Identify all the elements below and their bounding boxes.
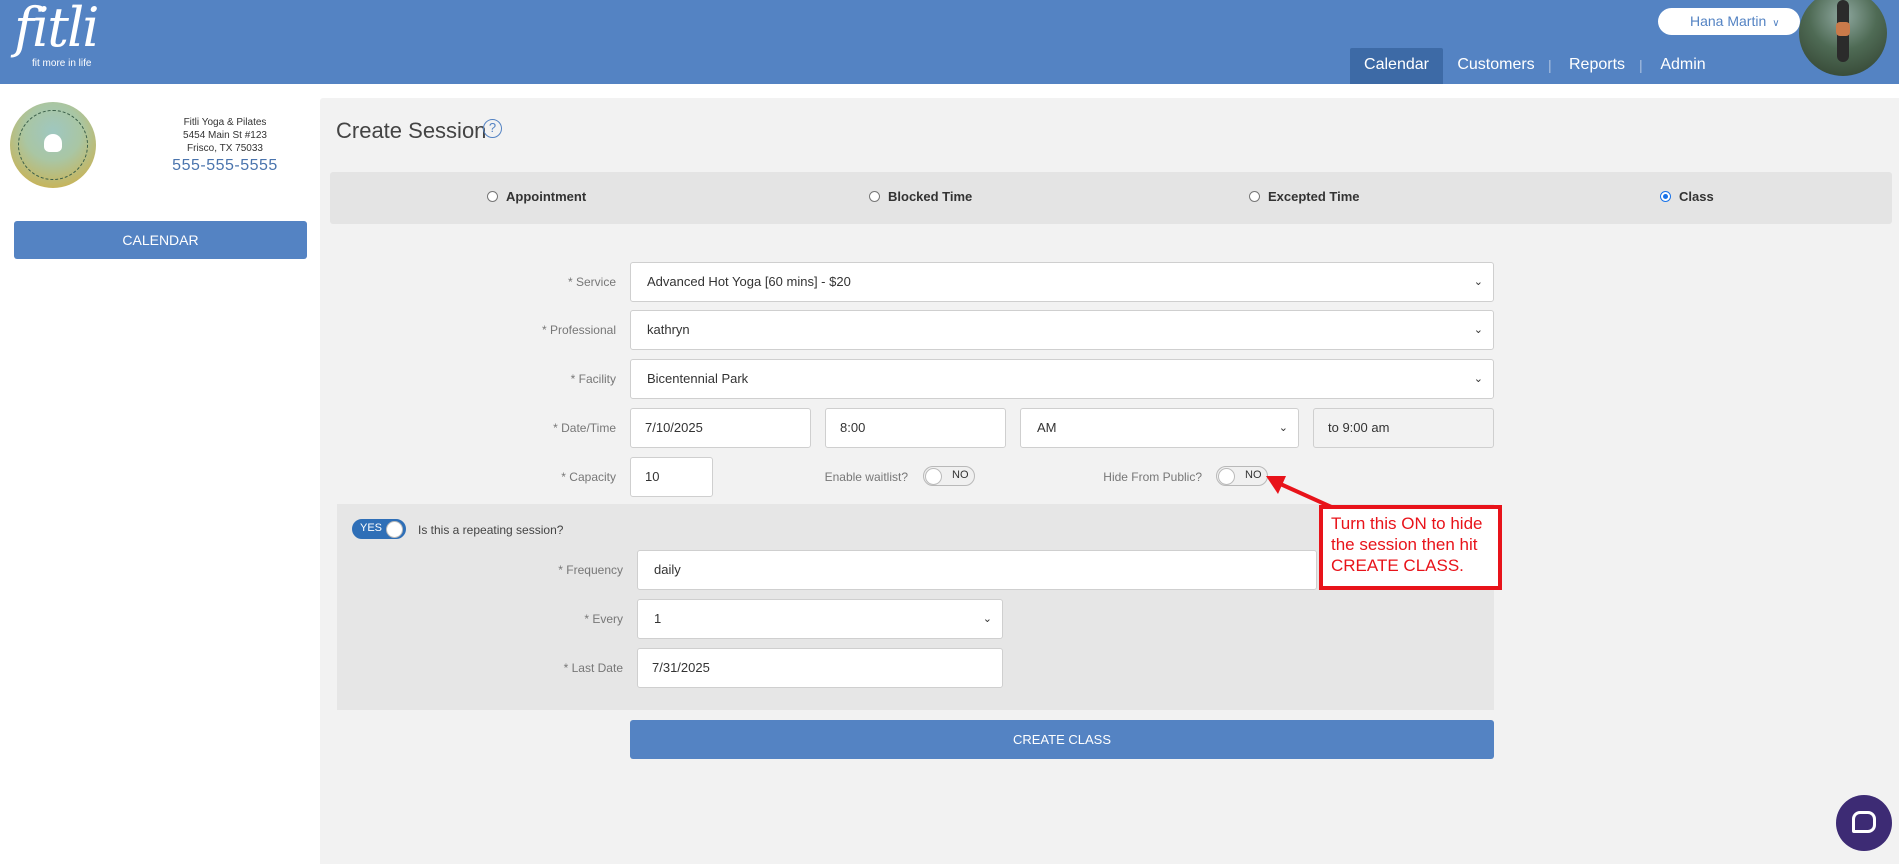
chevron-down-icon: ⌄ — [982, 613, 992, 625]
nav-customers[interactable]: Customers — [1453, 48, 1539, 84]
nav-separator: | — [1548, 57, 1552, 73]
frequency-select[interactable]: daily — [637, 550, 1317, 590]
date-input[interactable]: 7/10/2025 — [630, 408, 811, 448]
chevron-down-icon: ⌄ — [1278, 422, 1288, 434]
facility-select[interactable]: Bicentennial Park ⌄ — [630, 359, 1494, 399]
avatar-figure-top — [1836, 22, 1850, 36]
nav-reports[interactable]: Reports — [1565, 48, 1629, 84]
chevron-down-icon: ∨ — [1772, 18, 1780, 29]
help-icon[interactable]: ? — [483, 119, 502, 138]
repeating-question: Is this a repeating session? — [418, 523, 564, 537]
radio-class[interactable]: Class — [1660, 189, 1714, 204]
capacity-label: * Capacity — [561, 470, 616, 484]
toggle-state: NO — [1245, 469, 1262, 481]
chat-button[interactable] — [1836, 795, 1892, 851]
datetime-label: * Date/Time — [553, 421, 616, 435]
professional-select[interactable]: kathryn ⌄ — [630, 310, 1494, 350]
time-input[interactable]: 8:00 — [825, 408, 1006, 448]
sidebar — [0, 84, 320, 864]
radio-icon[interactable] — [487, 191, 498, 202]
radio-label: Class — [1679, 189, 1714, 204]
facility-value: Bicentennial Park — [647, 371, 749, 386]
radio-blocked-time[interactable]: Blocked Time — [869, 189, 972, 204]
facility-label: * Facility — [570, 372, 616, 386]
radio-label: Blocked Time — [888, 189, 973, 204]
create-class-button[interactable]: CREATE CLASS — [630, 720, 1494, 759]
professional-label: * Professional — [541, 323, 616, 337]
fitli-logo[interactable]: fitli fit more in life — [14, 0, 104, 72]
end-time-display: to 9:00 am — [1313, 408, 1494, 448]
user-menu[interactable]: Hana Martin ∨ — [1658, 8, 1800, 35]
toggle-state: YES — [360, 522, 383, 534]
radio-icon[interactable] — [869, 191, 880, 202]
chevron-down-icon: ⌄ — [1473, 324, 1483, 336]
studio-address: Fitli Yoga & Pilates 5454 Main St #123 F… — [150, 116, 300, 155]
every-value: 1 — [654, 611, 662, 626]
nav-calendar[interactable]: Calendar — [1350, 48, 1443, 84]
chevron-down-icon: ⌄ — [1473, 276, 1483, 288]
studio-address-line1: 5454 Main St #123 — [183, 130, 267, 141]
waitlist-label: Enable waitlist? — [824, 470, 908, 484]
every-label: * Every — [584, 612, 623, 626]
toggle-knob — [386, 521, 403, 538]
studio-name: Fitli Yoga & Pilates — [183, 117, 267, 128]
radio-icon[interactable] — [1249, 191, 1260, 202]
service-value: Advanced Hot Yoga [60 mins] - $20 — [647, 274, 851, 289]
radio-appointment[interactable]: Appointment — [487, 189, 586, 204]
capacity-input[interactable]: 10 — [630, 457, 713, 497]
nav-separator: | — [1639, 57, 1643, 73]
professional-value: kathryn — [647, 322, 690, 337]
every-select[interactable]: 1 ⌄ — [637, 599, 1003, 639]
logo-tagline: fit more in life — [32, 58, 92, 69]
toggle-knob — [1218, 468, 1235, 485]
annotation-callout: Turn this ON to hide the session then hi… — [1319, 505, 1502, 590]
hide-public-label: Hide From Public? — [1103, 470, 1202, 484]
toggle-knob — [925, 468, 942, 485]
toggle-state: NO — [952, 469, 969, 481]
studio-logo — [10, 102, 96, 188]
chat-icon — [1852, 811, 1876, 833]
page-title: Create Session — [336, 118, 487, 143]
last-date-input[interactable]: 7/31/2025 — [637, 648, 1003, 688]
radio-label: Excepted Time — [1268, 189, 1360, 204]
frequency-label: * Frequency — [558, 563, 623, 577]
hide-public-toggle[interactable]: NO — [1216, 466, 1268, 486]
logo-word: fitli — [14, 0, 99, 59]
user-name: Hana Martin — [1690, 13, 1767, 29]
ampm-value: AM — [1037, 420, 1057, 435]
meditation-icon — [44, 134, 62, 152]
radio-label: Appointment — [506, 189, 587, 204]
ampm-select[interactable]: AM ⌄ — [1020, 408, 1299, 448]
service-label: * Service — [567, 275, 616, 289]
chevron-down-icon: ⌄ — [1473, 373, 1483, 385]
radio-icon[interactable] — [1660, 191, 1671, 202]
last-date-label: * Last Date — [563, 661, 623, 675]
studio-address-line2: Frisco, TX 75033 — [187, 143, 263, 154]
waitlist-toggle[interactable]: NO — [923, 466, 975, 486]
service-select[interactable]: Advanced Hot Yoga [60 mins] - $20 ⌄ — [630, 262, 1494, 302]
nav-admin[interactable]: Admin — [1655, 48, 1711, 84]
calendar-button[interactable]: CALENDAR — [14, 221, 307, 259]
studio-phone[interactable]: 555-555-5555 — [150, 157, 300, 175]
repeating-toggle[interactable]: YES — [352, 519, 406, 539]
radio-excepted-time[interactable]: Excepted Time — [1249, 189, 1360, 204]
